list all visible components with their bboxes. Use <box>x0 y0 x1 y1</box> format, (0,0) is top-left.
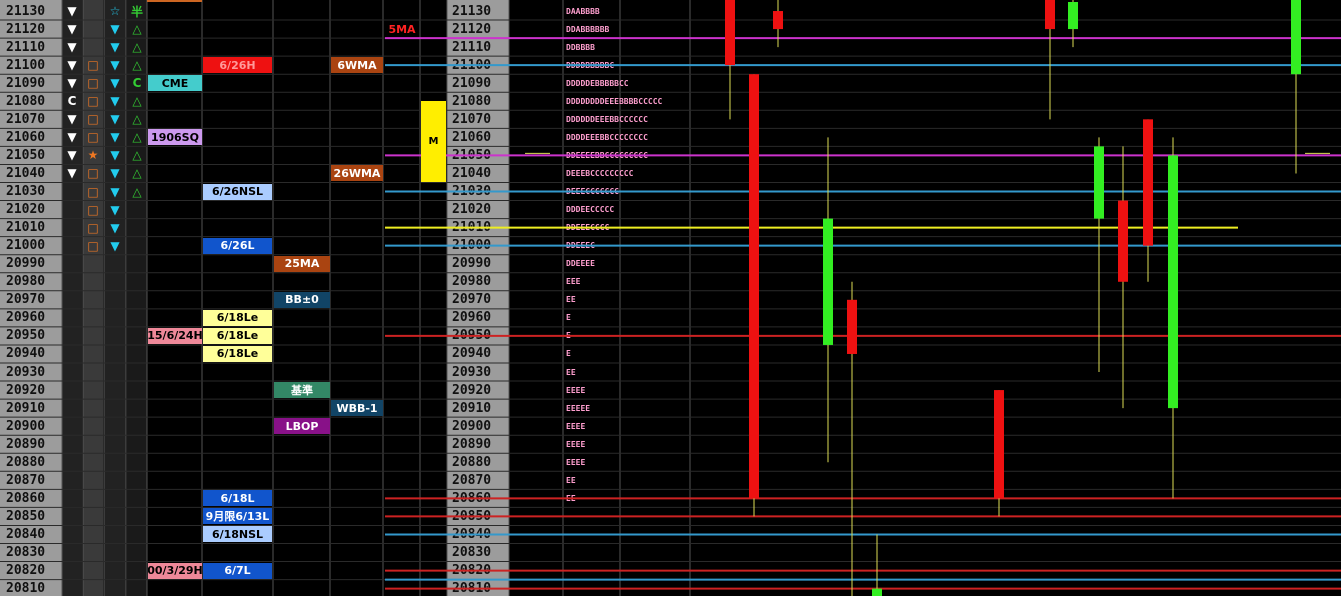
candle-body <box>749 74 759 499</box>
candle-body <box>1143 119 1153 246</box>
volume-marker: M <box>421 101 446 183</box>
candle-body <box>1168 155 1178 409</box>
candle-body <box>1068 2 1078 30</box>
candle-body <box>1291 0 1301 75</box>
board-chart: 21130 21130 21120 21120 21110 21110 21100 21100… <box>0 0 1341 596</box>
candle-body <box>1094 146 1104 219</box>
candle-body <box>725 0 735 66</box>
annotation-5ma: 5MA <box>388 22 416 36</box>
candle-body <box>823 218 833 345</box>
volume-marker-label: M <box>428 136 439 148</box>
candle-body <box>1118 200 1128 282</box>
candle-body <box>773 11 783 30</box>
candlestick-plot <box>385 0 1341 596</box>
candle-body <box>847 299 857 354</box>
candle-body <box>1045 0 1055 30</box>
candle-body <box>994 390 1004 499</box>
candle-body <box>872 588 882 596</box>
